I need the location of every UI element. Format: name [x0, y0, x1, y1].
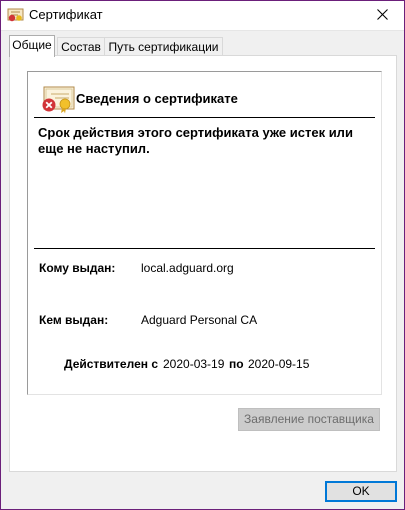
issuer-statement-button[interactable]: Заявление поставщика — [238, 408, 380, 431]
divider-top — [34, 117, 375, 118]
valid-to-label: по — [229, 357, 244, 371]
issued-to-label: Кому выдан: — [39, 261, 116, 275]
issued-by-value: Adguard Personal CA — [141, 313, 258, 327]
certificate-validity-warning: Срок действия этого сертификата уже исте… — [38, 125, 353, 156]
certificate-info-heading: Сведения о сертификате — [76, 91, 238, 106]
tab-details[interactable]: Состав — [57, 37, 105, 56]
window-title: Сертификат — [29, 7, 103, 22]
ok-button[interactable]: OK — [325, 481, 397, 502]
close-icon — [376, 8, 388, 23]
tab-general[interactable]: Общие — [9, 35, 55, 57]
title-bar: Сертификат — [1, 1, 404, 31]
divider-middle — [34, 248, 375, 249]
certificate-icon — [7, 7, 25, 23]
certificate-dialog: Сертификат Общие Состав Путь сертификаци… — [0, 0, 405, 510]
valid-from-value: 2020-03-19 — [163, 357, 225, 371]
tab-certification-path[interactable]: Путь сертификации — [104, 37, 223, 56]
close-button[interactable] — [360, 1, 404, 30]
valid-to-value: 2020-09-15 — [248, 357, 310, 371]
certificate-info-box: Сведения о сертификате Срок действия это… — [27, 71, 382, 395]
valid-from-label: Действителен с — [64, 357, 158, 371]
certificate-error-icon — [40, 84, 76, 114]
issued-to-value: local.adguard.org — [141, 261, 234, 275]
issued-by-label: Кем выдан: — [39, 313, 109, 327]
